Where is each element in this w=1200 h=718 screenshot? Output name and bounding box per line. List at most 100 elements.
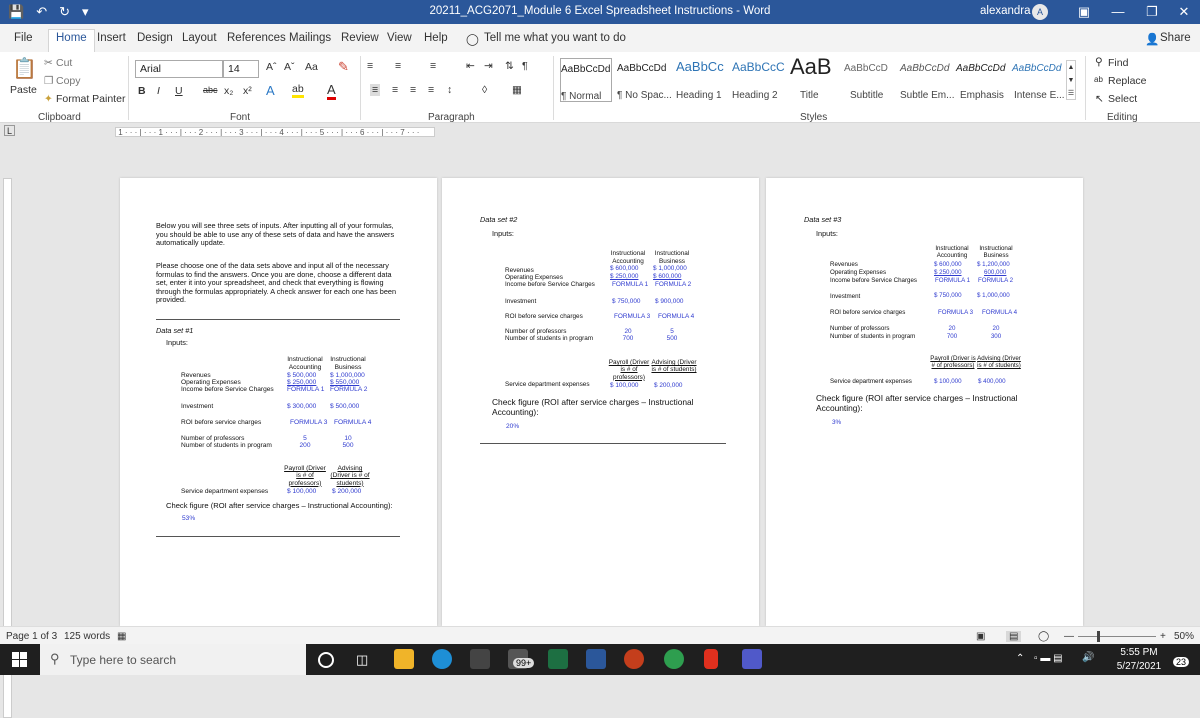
multilevel-list-icon[interactable]: ≡ xyxy=(430,60,436,72)
web-layout-icon[interactable]: ◯ xyxy=(1038,631,1049,642)
justify-icon[interactable]: ≡ xyxy=(428,84,434,96)
zoom-out-icon[interactable]: — xyxy=(1064,631,1074,642)
task-view-icon[interactable]: ◫ xyxy=(356,652,368,668)
page-count[interactable]: Page 1 of 3 xyxy=(6,631,57,642)
teams-icon[interactable] xyxy=(742,649,762,669)
align-right-icon[interactable]: ≡ xyxy=(410,84,416,96)
avatar[interactable]: A xyxy=(1032,4,1048,20)
style-normal[interactable]: AaBbCcDd ¶ Normal xyxy=(560,58,612,102)
cortana-icon[interactable] xyxy=(318,652,334,668)
word-icon[interactable] xyxy=(586,649,606,669)
cut-icon[interactable]: ✂ xyxy=(44,57,53,69)
tab-mailings[interactable]: Mailings xyxy=(289,32,331,44)
format-painter-button[interactable]: Format Painter xyxy=(56,93,125,105)
file-explorer-icon[interactable] xyxy=(394,649,414,669)
shrink-font-icon[interactable]: Aˇ xyxy=(284,61,295,73)
paste-button[interactable]: Paste xyxy=(10,84,37,96)
find-button[interactable]: Find xyxy=(1108,57,1128,69)
font-name-box[interactable]: Arial xyxy=(135,60,223,78)
superscript-icon[interactable]: x² xyxy=(243,85,252,97)
undo-icon[interactable]: ↶ xyxy=(36,4,47,20)
tab-view[interactable]: View xyxy=(387,32,412,44)
tab-help[interactable]: Help xyxy=(424,32,448,44)
tell-me-input[interactable]: Tell me what you want to do xyxy=(484,32,626,44)
document-page-3[interactable]: Data set #3 Inputs: Instructional Accoun… xyxy=(766,178,1083,626)
select-button[interactable]: Select xyxy=(1108,93,1137,105)
copy-button[interactable]: Copy xyxy=(56,75,81,87)
text-effects-icon[interactable]: A xyxy=(266,83,275,98)
line-spacing-icon[interactable]: ↕ xyxy=(447,84,452,96)
close-icon[interactable]: ✕ xyxy=(1172,2,1196,22)
zoom-level[interactable]: 50% xyxy=(1174,631,1194,642)
zoom-in-icon[interactable]: + xyxy=(1160,631,1166,642)
change-case-button[interactable]: Aa xyxy=(305,61,318,73)
strikethrough-icon[interactable]: abc xyxy=(203,85,218,95)
clock-date[interactable]: 5/27/2021 xyxy=(1110,661,1168,672)
print-layout-icon[interactable]: ▤ xyxy=(1006,631,1022,642)
word-count[interactable]: 125 words xyxy=(64,631,110,642)
powerpoint-icon[interactable] xyxy=(624,649,644,669)
replace-button[interactable]: Replace xyxy=(1108,75,1147,87)
decrease-indent-icon[interactable]: ⇤ xyxy=(466,60,475,72)
bold-icon[interactable]: B xyxy=(138,85,146,97)
format-painter-icon[interactable]: ✦ xyxy=(44,93,53,105)
volume-icon[interactable]: 🔊 xyxy=(1082,652,1094,663)
replace-icon[interactable]: ab xyxy=(1094,75,1103,84)
customize-qat-icon[interactable]: ▾ xyxy=(82,4,89,20)
document-page-1[interactable]: Below you will see three sets of inputs.… xyxy=(120,178,437,626)
shading-icon[interactable]: ◊ xyxy=(482,84,487,96)
ribbon-display-icon[interactable]: ▣ xyxy=(1072,2,1096,22)
align-center-icon[interactable]: ≡ xyxy=(392,84,398,96)
office-icon[interactable] xyxy=(704,649,718,669)
chrome-icon[interactable] xyxy=(664,649,684,669)
tab-home[interactable]: Home xyxy=(48,29,95,53)
bullets-icon[interactable]: ≡ xyxy=(367,60,373,72)
user-name[interactable]: alexandra xyxy=(980,5,1031,17)
store-icon[interactable] xyxy=(470,649,490,669)
horizontal-ruler[interactable]: L 1 · · · | · · · 1 · · · | · · · 2 · · … xyxy=(0,123,1200,140)
restore-icon[interactable]: ❐ xyxy=(1140,2,1164,22)
italic-icon[interactable]: I xyxy=(157,85,160,97)
zoom-slider[interactable] xyxy=(1078,636,1156,637)
save-icon[interactable]: 💾 xyxy=(8,4,24,20)
proofing-icon[interactable]: ▦ xyxy=(117,631,126,642)
tab-selector-icon[interactable]: L xyxy=(4,125,15,136)
tab-references[interactable]: References xyxy=(227,32,286,44)
find-icon[interactable]: ⚲ xyxy=(1095,56,1103,68)
tray-chevron-icon[interactable]: ⌃ xyxy=(1016,653,1024,664)
zoom-slider-thumb[interactable] xyxy=(1097,631,1100,642)
read-mode-icon[interactable]: ▣ xyxy=(976,631,985,642)
font-size-box[interactable]: 14 xyxy=(223,60,259,78)
tray-app-icons[interactable]: ▫ ▬ ▤ xyxy=(1034,653,1063,664)
document-page-2[interactable]: Data set #2 Inputs: Instructional Accoun… xyxy=(442,178,759,626)
share-button[interactable]: Share xyxy=(1160,32,1191,44)
tab-insert[interactable]: Insert xyxy=(97,32,126,44)
tab-review[interactable]: Review xyxy=(341,32,379,44)
windows-start-icon[interactable] xyxy=(12,652,27,667)
subscript-icon[interactable]: x₂ xyxy=(224,85,233,97)
underline-icon[interactable]: U xyxy=(175,85,183,97)
sort-icon[interactable]: ⇅ xyxy=(505,60,514,72)
redo-icon[interactable]: ↻ xyxy=(59,4,70,20)
tab-layout[interactable]: Layout xyxy=(182,32,217,44)
styles-scroll-icon[interactable]: ▲ ▼ ☰ xyxy=(1066,60,1076,100)
notification-badge[interactable]: 23 xyxy=(1173,657,1190,667)
numbering-icon[interactable]: ≡ xyxy=(395,60,401,72)
vertical-ruler[interactable] xyxy=(0,140,14,718)
minimize-icon[interactable]: — xyxy=(1106,2,1130,22)
copy-icon[interactable]: ❐ xyxy=(44,75,53,87)
paste-icon[interactable]: 📋 xyxy=(12,56,37,81)
excel-icon[interactable] xyxy=(548,649,568,669)
increase-indent-icon[interactable]: ⇥ xyxy=(484,60,493,72)
grow-font-icon[interactable]: Aˆ xyxy=(266,61,277,73)
clock-time[interactable]: 5:55 PM xyxy=(1114,647,1164,658)
borders-icon[interactable]: ▦ xyxy=(512,84,522,96)
show-marks-icon[interactable]: ¶ xyxy=(522,60,528,72)
tab-design[interactable]: Design xyxy=(137,32,173,44)
select-icon[interactable]: ↖ xyxy=(1095,93,1104,105)
edge-icon[interactable] xyxy=(432,649,452,669)
align-left-icon[interactable]: ≡ xyxy=(370,84,381,96)
cut-button[interactable]: Cut xyxy=(56,57,72,69)
taskbar-search[interactable]: ⚲ Type here to search xyxy=(40,644,306,675)
font-color-icon[interactable]: A xyxy=(327,82,336,100)
